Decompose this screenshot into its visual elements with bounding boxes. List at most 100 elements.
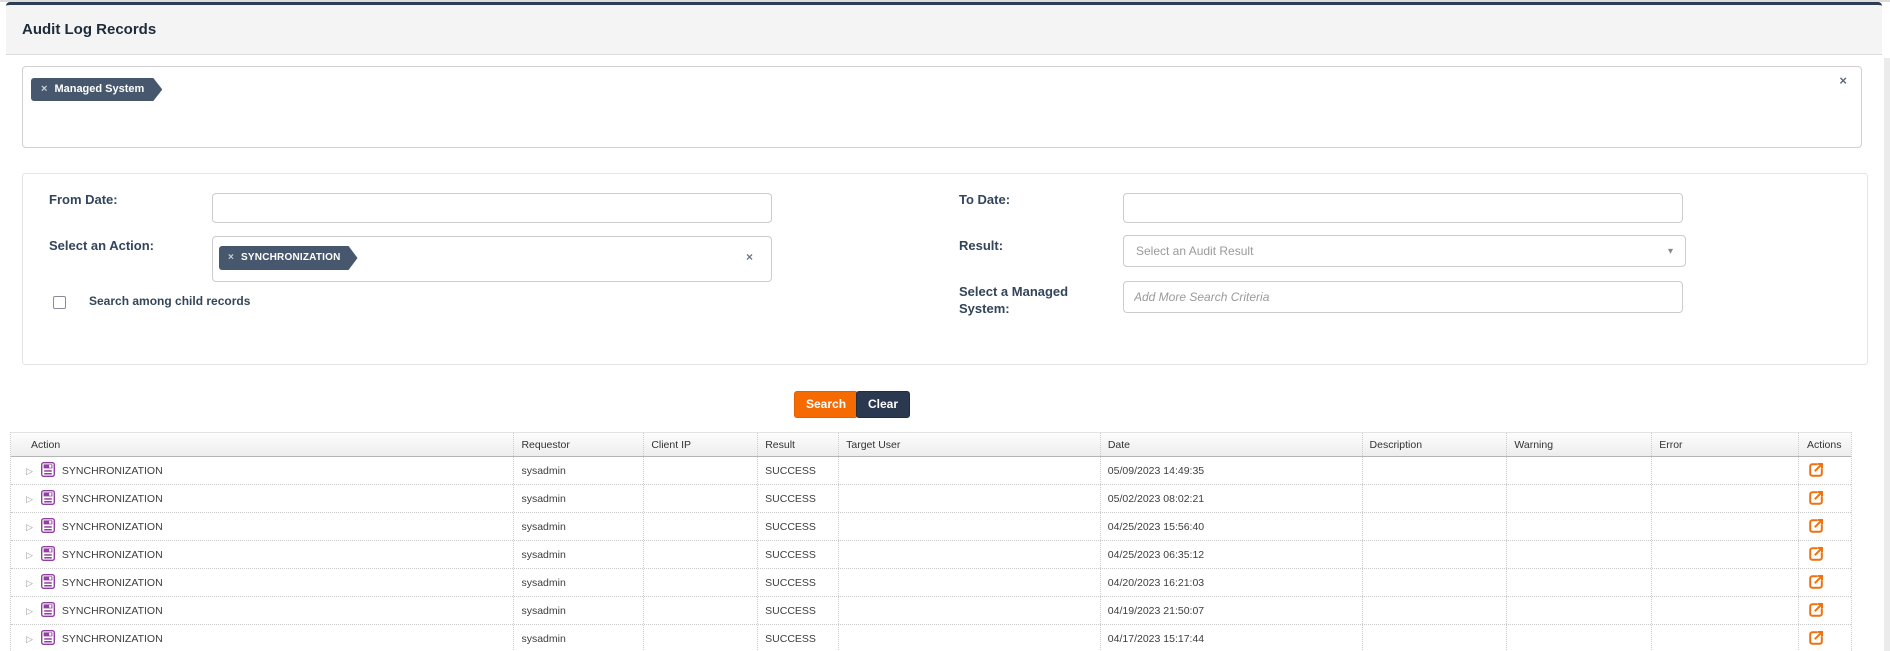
table-row[interactable]: ▷SYNCHRONIZATIONsysadminSUCCESS04/25/202… — [11, 541, 1851, 569]
cell-target-user — [838, 597, 1100, 624]
action-multiselect[interactable]: × SYNCHRONIZATION × — [212, 236, 772, 282]
cell-error — [1651, 541, 1798, 568]
table-row[interactable]: ▷ SYNCHRONIZATION sysadmin SUCCESS 04/25/202… — [11, 513, 1851, 541]
cell-date: 05/02/2023 08:02:21 — [1100, 485, 1362, 512]
cell-actions — [1798, 569, 1851, 596]
action-label: SYNCHRONIZATION — [62, 521, 163, 533]
chip-label: SYNCHRONIZATION — [241, 252, 340, 263]
expand-caret-icon[interactable]: ▷ — [26, 606, 33, 616]
search-button[interactable]: Search — [794, 391, 858, 418]
cell-action: ▷SYNCHRONIZATION — [11, 569, 513, 596]
cell-requestor: sysadmin — [513, 625, 643, 651]
cell-target-user — [838, 485, 1100, 512]
cell-error — [1651, 485, 1798, 512]
select-action-label: Select an Action: — [49, 238, 154, 253]
cell-action: ▷ SYNCHRONIZATION — [11, 541, 513, 568]
audit-log-page: Audit Log Records ×Managed System × From… — [0, 0, 1890, 651]
cell-actions — [1798, 485, 1851, 512]
filter-panel: From Date: Select an Action: × SYNCHRONIZ… — [22, 173, 1868, 365]
from-date-input[interactable] — [212, 193, 772, 223]
cell-client-ip — [643, 597, 757, 624]
cell-date: 04/25/2023 15:56:40 — [1100, 513, 1362, 540]
cell-action: ▷ SYNCHRONIZATION — [11, 513, 513, 540]
header-cell-warning: Warning — [1506, 433, 1651, 456]
action-label: SYNCHRONIZATION — [62, 633, 163, 645]
open-record-icon[interactable] — [1807, 629, 1825, 647]
cell-error — [1651, 625, 1798, 651]
result-select[interactable]: Select an Audit Result ▾ — [1123, 235, 1686, 267]
cell-description — [1362, 541, 1507, 568]
to-date-input[interactable] — [1123, 193, 1683, 223]
cell-warning — [1506, 625, 1651, 651]
record-type-icon — [41, 602, 55, 617]
expand-caret-icon[interactable]: ▷ — [26, 466, 33, 476]
cell-client-ip — [643, 513, 757, 540]
expand-caret-icon[interactable]: ▷ — [26, 550, 33, 560]
expand-caret-icon[interactable]: ▷ — [26, 578, 33, 588]
cell-warning — [1506, 541, 1651, 568]
record-type-icon — [41, 490, 55, 505]
cell-warning — [1506, 485, 1651, 512]
action-label: SYNCHRONIZATION — [62, 493, 163, 505]
cell-result: SUCCESS — [757, 569, 838, 596]
header-cell-result: Result — [757, 433, 838, 456]
cell-action: ▷SYNCHRONIZATION — [11, 597, 513, 624]
expand-caret-icon[interactable]: ▷ — [26, 494, 33, 504]
cell-target-user — [838, 541, 1100, 568]
expand-caret-icon[interactable]: ▷ — [26, 522, 33, 532]
table-row[interactable]: ▷SYNCHRONIZATIONsysadmin SUCCESS 04/20/202… — [11, 569, 1851, 597]
open-record-icon[interactable] — [1807, 545, 1825, 563]
table-row[interactable]: ▷SYNCHRONIZATIONsysadminSUCCESS05/02/202… — [11, 485, 1851, 513]
cell-target-user — [838, 457, 1100, 484]
cell-description — [1362, 625, 1507, 651]
clear-button[interactable]: Clear — [856, 391, 910, 418]
header-cell-date: Date — [1100, 433, 1362, 456]
header-cell-requestor: Requestor — [513, 433, 643, 456]
cell-requestor: sysadmin — [513, 569, 643, 596]
table-row[interactable]: ▷SYNCHRONIZATIONsysadminSUCCESS04/17/202… — [11, 625, 1851, 651]
cell-result: SUCCESS — [757, 541, 838, 568]
open-record-icon[interactable] — [1807, 573, 1825, 591]
cell-result: SUCCESS — [757, 513, 838, 540]
vertical-scrollbar[interactable] — [1884, 58, 1890, 651]
child-records-checkbox[interactable] — [53, 296, 66, 309]
record-type-icon — [41, 546, 55, 561]
open-record-icon[interactable] — [1807, 601, 1825, 619]
cell-description — [1362, 485, 1507, 512]
table-row[interactable]: ▷SYNCHRONIZATIONsysadminSUCCESS04/19/202… — [11, 597, 1851, 625]
cell-error — [1651, 513, 1798, 540]
header-cell-actions: Actions — [1798, 433, 1851, 456]
filter-box-close-icon[interactable]: × — [1839, 73, 1847, 88]
tag-filter-box: ×Managed System × — [22, 66, 1862, 148]
cell-client-ip — [643, 625, 757, 651]
open-record-icon[interactable] — [1807, 489, 1825, 507]
cell-date: 04/20/2023 16:21:03 — [1100, 569, 1362, 596]
header-cell-action: Action — [11, 433, 513, 456]
open-record-icon[interactable] — [1807, 461, 1825, 479]
result-select-placeholder: Select an Audit Result — [1136, 236, 1253, 267]
open-record-icon[interactable] — [1807, 517, 1825, 535]
cell-result: SUCCESS — [757, 597, 838, 624]
chip-remove-icon[interactable]: × — [41, 83, 47, 95]
header-cell-client-ip: Client IP — [643, 433, 757, 456]
to-date-label: To Date: — [959, 192, 1010, 207]
table-row[interactable]: ▷SYNCHRONIZATIONsysadminSUCCESS05/09/202… — [11, 457, 1851, 485]
cell-requestor: sysadmin — [513, 457, 643, 484]
chip-remove-icon[interactable]: × — [228, 252, 234, 263]
cell-warning — [1506, 597, 1651, 624]
cell-description — [1362, 513, 1507, 540]
managed-system-input[interactable] — [1123, 281, 1683, 313]
managed-system-chip[interactable]: ×Managed System — [31, 78, 162, 101]
header-cell-description: Description — [1362, 433, 1507, 456]
cell-action: ▷ SYNCHRONIZATION — [11, 625, 513, 651]
from-date-label: From Date: — [49, 192, 118, 207]
action-label: SYNCHRONIZATION — [62, 549, 163, 561]
page-title: Audit Log Records — [22, 5, 156, 55]
cell-target-user — [838, 625, 1100, 651]
synchronization-chip[interactable]: × SYNCHRONIZATION — [219, 246, 358, 270]
expand-caret-icon[interactable]: ▷ — [26, 634, 33, 644]
header-cell-target-user: Target User — [838, 433, 1100, 456]
action-clear-icon[interactable]: × — [746, 250, 753, 264]
cell-description — [1362, 569, 1507, 596]
cell-requestor: sysadmin — [513, 513, 643, 540]
